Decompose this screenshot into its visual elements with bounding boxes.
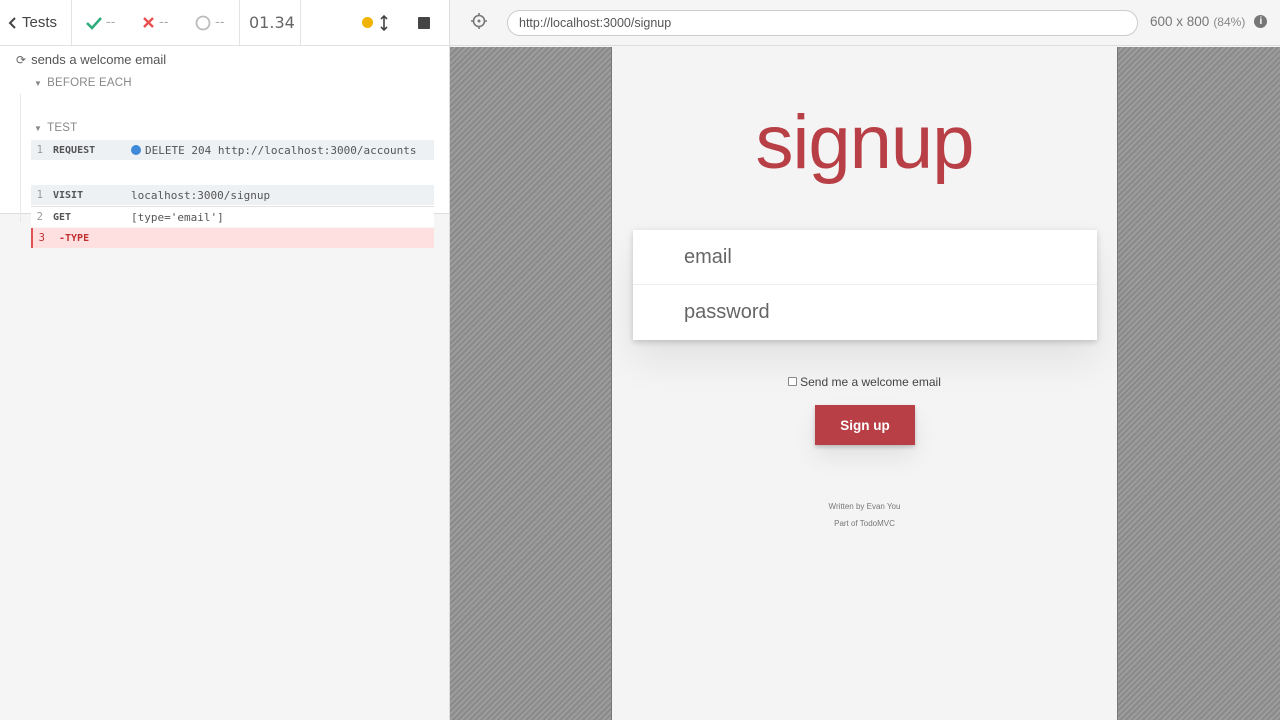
stop-button[interactable] [418, 0, 430, 45]
pending-value: -- [215, 15, 225, 30]
command-row-failed[interactable]: 3 -TYPE [31, 228, 434, 248]
password-field[interactable]: password [633, 285, 1097, 340]
test-runnable: ⟳ sends a welcome email ▼ BEFORE EACH 1 … [0, 46, 449, 248]
command-message: localhost:3000/signup [131, 188, 271, 202]
refresh-spinner-icon: ⟳ [16, 52, 27, 67]
signup-button[interactable]: Sign up [815, 405, 915, 445]
command-number: 1 [36, 189, 43, 201]
header-divider [300, 0, 301, 45]
hook-label: BEFORE EACH [47, 77, 132, 89]
command-name: GET [53, 211, 72, 223]
test-reporter-panel: Tests -- -- -- 01.34 ⟳ sends a welcome e… [0, 0, 450, 720]
welcome-email-label[interactable]: Send me a welcome email [800, 375, 941, 389]
command-number: 1 [36, 144, 43, 156]
command-message: DELETE 204 http://localhost:3000/account… [131, 144, 417, 157]
check-icon [86, 16, 102, 30]
selector-playground-button[interactable] [470, 12, 488, 30]
tree-line [20, 94, 21, 222]
command-row[interactable]: 1 REQUEST DELETE 204 http://localhost:30… [31, 140, 434, 160]
email-field[interactable]: email [633, 230, 1097, 285]
caret-down-icon: ▼ [34, 78, 43, 88]
pending-count[interactable]: -- [195, 0, 224, 45]
app-iframe: signup email password Send me a welcome … [611, 47, 1118, 720]
command-number: 3 [38, 232, 45, 244]
welcome-email-checkbox[interactable] [788, 376, 798, 386]
running-status-icon [362, 0, 373, 45]
welcome-email-option: Send me a welcome email [612, 375, 1117, 389]
footer-credit: Part of TodoMVC [834, 519, 895, 528]
command-name: -TYPE [59, 232, 90, 244]
test-title-row[interactable]: ⟳ sends a welcome email [16, 52, 166, 67]
crosshair-icon [471, 13, 487, 29]
command-number: 2 [36, 211, 43, 223]
command-row[interactable]: 1 VISIT localhost:3000/signup [31, 185, 434, 205]
hook-before-each[interactable]: ▼ BEFORE EACH [34, 77, 132, 89]
command-message-text: DELETE 204 http://localhost:3000/account… [145, 143, 417, 157]
command-message: [type='email'] [131, 210, 224, 224]
command-name: REQUEST [53, 144, 96, 156]
header-divider [71, 0, 72, 45]
failed-value: -- [159, 15, 169, 30]
viewport-size: 600 x 800 [1150, 14, 1210, 29]
signup-form: email password [633, 230, 1097, 340]
test-title: sends a welcome email [31, 52, 167, 67]
tests-button[interactable]: Tests [8, 0, 57, 45]
chevron-left-icon [8, 16, 16, 29]
caret-down-icon: ▼ [34, 123, 43, 133]
footer-author: Written by Evan You [828, 502, 901, 511]
url-field[interactable]: http://localhost:3000/signup [507, 10, 1138, 36]
failed-count[interactable]: -- [142, 0, 168, 45]
tests-label: Tests [22, 14, 58, 31]
hook-label: TEST [47, 122, 78, 134]
auto-scroll-icon[interactable] [379, 0, 389, 45]
passed-count[interactable]: -- [86, 0, 115, 45]
x-icon [143, 17, 154, 28]
request-status-icon [131, 145, 141, 155]
header-divider [239, 0, 240, 45]
url-bar: http://localhost:3000/signup 600 x 800 (… [450, 0, 1280, 46]
circle-pending-icon [195, 15, 211, 30]
app-footer: Written by Evan You Part of TodoMVC [612, 498, 1117, 532]
run-duration: 01.34 [249, 13, 295, 32]
passed-value: -- [106, 15, 116, 30]
stop-icon [418, 16, 430, 29]
command-row[interactable]: 2 GET [type='email'] [31, 207, 434, 227]
app-preview-area: signup email password Send me a welcome … [450, 47, 1280, 720]
info-icon[interactable]: i [1254, 15, 1268, 28]
page-title: signup [755, 100, 975, 185]
command-name: VISIT [53, 189, 84, 201]
reporter-header: Tests -- -- -- 01.34 [0, 0, 449, 46]
hook-test[interactable]: ▼ TEST [34, 122, 77, 134]
viewport-scale: (84%) [1213, 14, 1246, 29]
viewport-info: 600 x 800 (84%) i [1150, 14, 1268, 29]
